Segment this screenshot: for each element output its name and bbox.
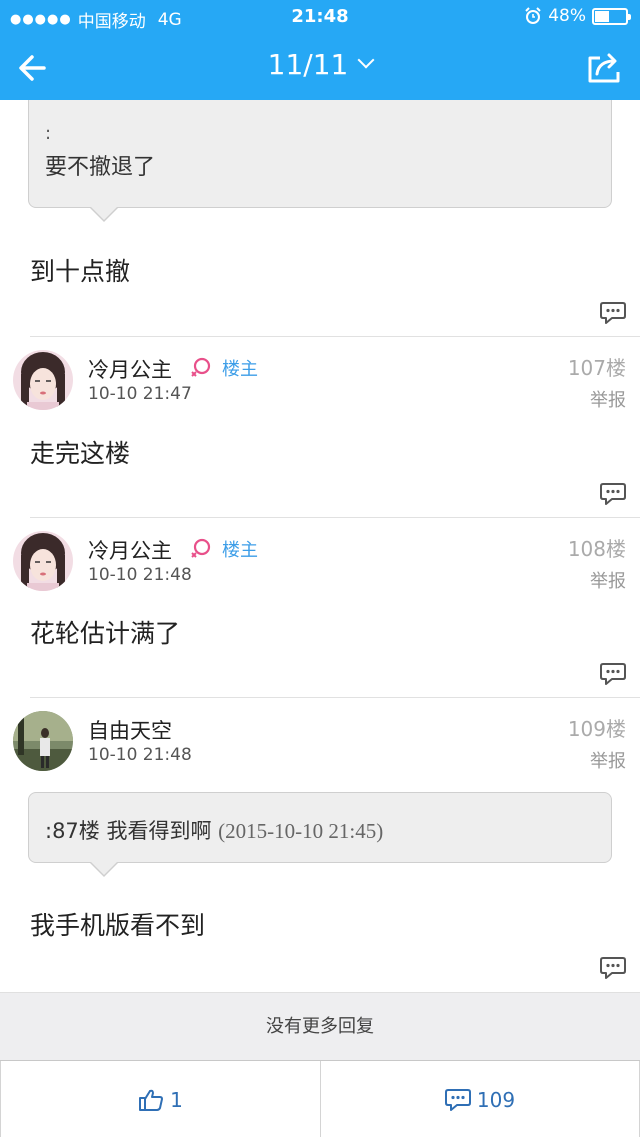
quote-box: :87楼 我看得到啊 (2015-10-10 21:45) bbox=[28, 792, 612, 877]
username[interactable]: 冷月公主 bbox=[88, 354, 172, 384]
quote-text: :87楼 我看得到啊 (2015-10-10 21:45) bbox=[45, 815, 383, 845]
post-time: 10-10 21:47 bbox=[88, 384, 192, 404]
like-count: 1 bbox=[170, 1087, 183, 1112]
report-link[interactable]: 举报 bbox=[590, 747, 626, 773]
op-badge: 楼主 bbox=[222, 540, 258, 561]
reply-count: 109 bbox=[476, 1087, 516, 1112]
username[interactable]: 自由天空 bbox=[88, 715, 172, 745]
post-header: 冷月公主 楼主 10-10 21:48 108楼 举报 bbox=[0, 531, 640, 611]
share-icon[interactable] bbox=[584, 48, 624, 88]
report-link[interactable]: 举报 bbox=[590, 567, 626, 593]
post-divider bbox=[30, 517, 640, 518]
avatar[interactable] bbox=[13, 711, 73, 771]
battery-icon bbox=[592, 7, 631, 25]
floor-number: 108楼 bbox=[567, 537, 626, 561]
username[interactable]: 冷月公主 bbox=[88, 535, 172, 565]
floor-number: 109楼 bbox=[567, 717, 626, 741]
reply-icon[interactable] bbox=[600, 956, 626, 980]
reply-icon[interactable] bbox=[600, 301, 626, 325]
avatar[interactable] bbox=[13, 350, 73, 410]
chevron-down-icon bbox=[357, 51, 375, 69]
quote-tail bbox=[89, 206, 119, 222]
post-body: 走完这楼 bbox=[30, 439, 131, 468]
status-right: 48% bbox=[524, 6, 631, 26]
quote-prefix: : bbox=[45, 123, 52, 144]
post-body: 花轮估计满了 bbox=[30, 619, 181, 648]
like-button[interactable]: 1 bbox=[0, 1061, 320, 1137]
floor-number: 107楼 bbox=[567, 356, 626, 380]
page-selector[interactable]: 11/11 bbox=[0, 48, 640, 81]
quote-text: 要不撤退了 bbox=[45, 155, 156, 180]
no-more-replies: 没有更多回复 bbox=[0, 992, 640, 1060]
comment-icon bbox=[444, 1088, 471, 1111]
report-link[interactable]: 举报 bbox=[590, 386, 626, 412]
post-header: 冷月公主 楼主 10-10 21:47 107楼 举报 bbox=[0, 350, 640, 430]
thumbs-up-icon bbox=[139, 1089, 164, 1111]
quote-time: (2015-10-10 21:45) bbox=[218, 819, 384, 843]
reply-icon[interactable] bbox=[600, 482, 626, 506]
post-body: 到十点撤 bbox=[30, 257, 131, 286]
thread-content: : 要不撤退了 到十点撤 冷月公主 楼主 10-10 21:47 107楼 举报… bbox=[0, 100, 640, 992]
post-divider bbox=[30, 336, 640, 337]
female-icon bbox=[191, 538, 211, 558]
post-time: 10-10 21:48 bbox=[88, 565, 192, 585]
alarm-icon bbox=[525, 7, 541, 24]
female-icon bbox=[191, 357, 211, 377]
quote-tail bbox=[89, 861, 119, 877]
reply-button[interactable]: 109 bbox=[320, 1061, 640, 1137]
post-body: 我手机版看不到 bbox=[30, 911, 206, 940]
app-header: ●●●●● 中国移动 4G 21:48 48% 11/11 bbox=[0, 0, 640, 100]
battery-percent: 48% bbox=[548, 6, 586, 26]
bottom-action-bar: 1 109 bbox=[0, 1060, 640, 1137]
post-divider bbox=[30, 697, 640, 698]
reply-icon[interactable] bbox=[600, 662, 626, 686]
avatar[interactable] bbox=[13, 531, 73, 591]
post-time: 10-10 21:48 bbox=[88, 745, 192, 765]
quote-box: : 要不撤退了 bbox=[28, 100, 612, 222]
nav-bar: 11/11 bbox=[0, 36, 640, 100]
op-badge: 楼主 bbox=[222, 359, 258, 380]
quote-content: :87楼 我看得到啊 bbox=[45, 819, 212, 843]
status-bar: ●●●●● 中国移动 4G 21:48 48% bbox=[0, 0, 640, 36]
post-header: 自由天空 10-10 21:48 109楼 举报 bbox=[0, 711, 640, 791]
page-indicator: 11/11 bbox=[267, 48, 349, 81]
